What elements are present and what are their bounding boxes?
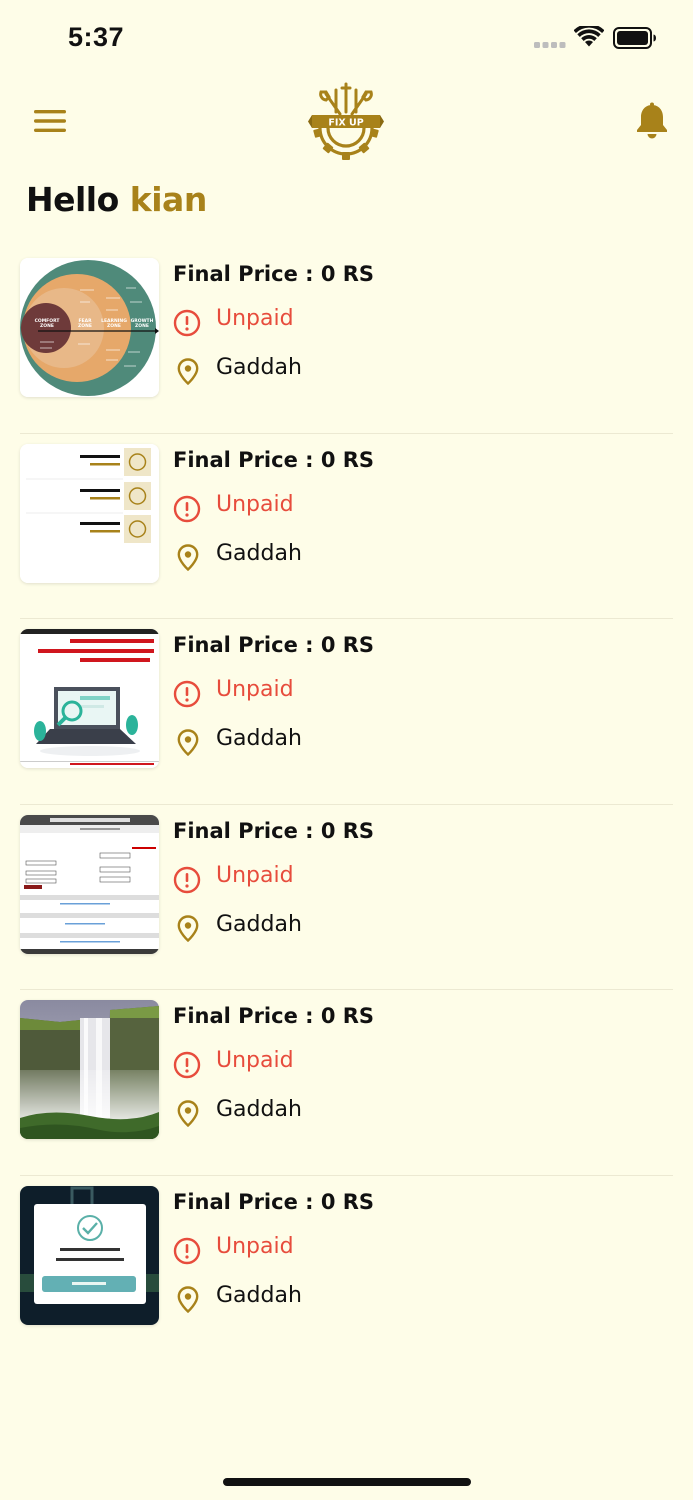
location-pin-icon (177, 1286, 199, 1313)
payment-status-label: Unpaid (216, 1233, 294, 1259)
order-item[interactable]: COMFORT ZONE FEAR ZONE LEARNING ZONE GROWTH… (0, 248, 693, 434)
status-bar: 5:37 (0, 0, 693, 76)
status-time: 5:37 (68, 22, 125, 52)
order-item[interactable]: Final Price : 0 RS Unpaid Gaddah (0, 805, 693, 991)
home-indicator[interactable] (223, 1478, 471, 1486)
app-header: FIX UP (0, 76, 693, 176)
location-city: Gaddah (216, 1097, 302, 1123)
location-pin-icon (177, 1100, 199, 1128)
location-city: Gaddah (216, 911, 302, 937)
payment-status-label: Unpaid (216, 491, 294, 517)
location-pin-icon (177, 729, 199, 757)
final-price: Final Price : 0 RS (173, 818, 375, 843)
comfort-zone-diagram-image: COMFORT ZONE FEAR ZONE LEARNING ZONE GROWTH… (20, 258, 159, 397)
payment-status-label: Unpaid (216, 1048, 294, 1074)
order-item[interactable]: Final Price : 0 RS Unpaid Gaddah (0, 619, 693, 805)
svg-text:ZONE: ZONE (107, 323, 121, 329)
government-portal-form-image (20, 814, 159, 954)
payment-status-label: Unpaid (216, 862, 294, 888)
order-item[interactable]: Final Price : 0 RS Unpaid Gaddah (0, 990, 693, 1176)
location-city: Gaddah (216, 1282, 302, 1308)
order-list-screenshot-image (20, 443, 159, 583)
order-item[interactable]: Final Price : 0 RS Unpaid Gaddah (0, 1176, 693, 1362)
alert-circle-icon (173, 866, 201, 893)
final-price: Final Price : 0 RS (173, 1004, 375, 1029)
final-price: Final Price : 0 RS (173, 447, 375, 472)
location-pin-icon (177, 358, 199, 385)
account-verified-dialog-image (20, 1185, 159, 1325)
alert-circle-icon (173, 495, 201, 522)
order-item[interactable]: Final Price : 0 RS Unpaid Gaddah (0, 434, 693, 620)
svg-text:ZONE: ZONE (135, 323, 149, 329)
wifi-icon (574, 26, 604, 47)
svg-text:ZONE: ZONE (78, 323, 92, 329)
greeting-prefix: Hello (26, 180, 119, 219)
location-city: Gaddah (216, 540, 302, 566)
alert-circle-icon (173, 680, 201, 708)
alert-circle-icon (173, 1237, 201, 1265)
alert-circle-icon (173, 1052, 201, 1079)
order-list: COMFORT ZONE FEAR ZONE LEARNING ZONE GROWTH… (0, 248, 693, 1362)
user-name: kian (129, 180, 208, 219)
waterfall-photo-image (20, 1000, 159, 1140)
svg-text:FIX UP: FIX UP (328, 117, 363, 128)
payment-status-label: Unpaid (216, 306, 294, 331)
location-city: Gaddah (216, 355, 302, 380)
alert-circle-icon (173, 309, 201, 337)
greeting-heading: Hello kian (26, 180, 207, 219)
bell-icon[interactable] (634, 102, 670, 140)
signal-dots-icon (534, 42, 566, 48)
fixup-logo: FIX UP (308, 82, 384, 160)
location-pin-icon (177, 543, 199, 571)
location-city: Gaddah (216, 726, 302, 752)
hamburger-menu-icon[interactable] (34, 109, 67, 133)
file-review-illustration-image (20, 629, 159, 769)
location-pin-icon (177, 915, 199, 942)
final-price: Final Price : 0 RS (173, 633, 375, 658)
payment-status-label: Unpaid (216, 677, 294, 703)
battery-icon (613, 27, 656, 49)
svg-text:ZONE: ZONE (40, 323, 54, 329)
final-price: Final Price : 0 RS (173, 1189, 375, 1214)
final-price: Final Price : 0 RS (173, 262, 375, 286)
